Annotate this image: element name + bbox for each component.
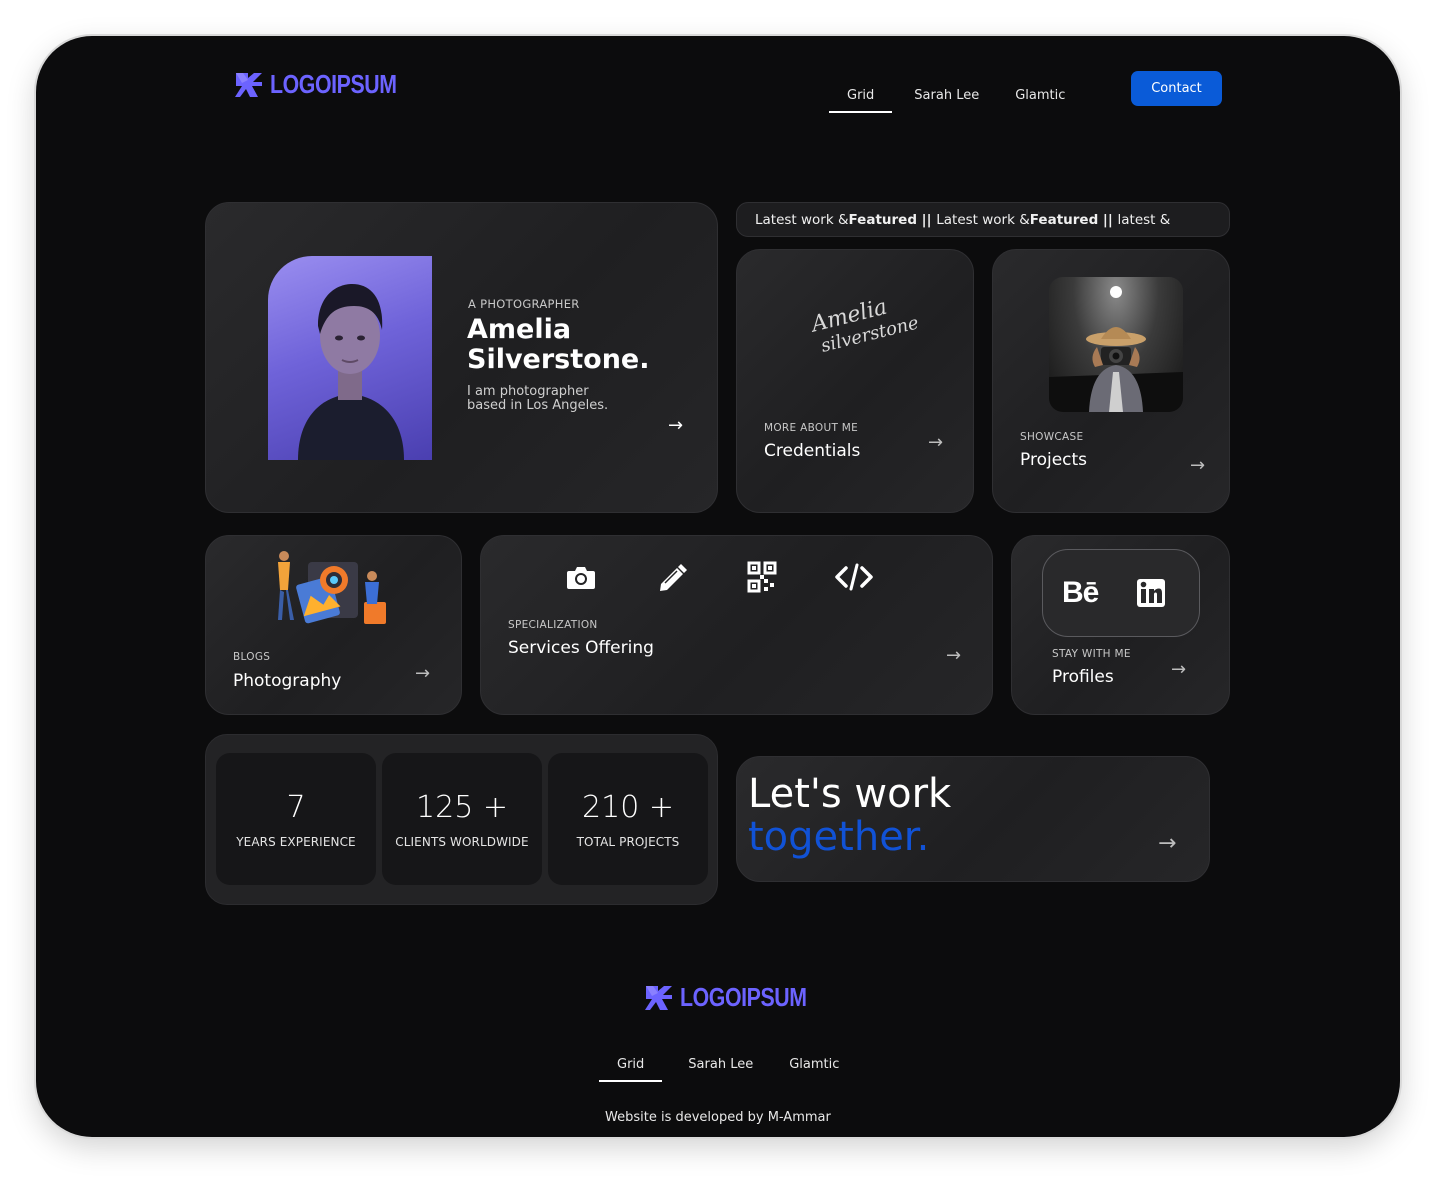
- logo-text: LOGOIPSUM: [680, 982, 807, 1012]
- nav-item-sarah-lee[interactable]: Sarah Lee: [914, 82, 979, 113]
- footer-nav-item-grid[interactable]: Grid: [598, 1051, 663, 1082]
- stats-card: 7 YEARS EXPERIENCE 125 + CLIENTS WORLDWI…: [205, 734, 718, 905]
- logo-mark-icon: [235, 72, 262, 97]
- linkedin-icon[interactable]: [1136, 578, 1166, 608]
- footer-nav-item-sarah-lee[interactable]: Sarah Lee: [688, 1051, 753, 1082]
- profiles-arrow-icon[interactable]: →: [1171, 659, 1186, 680]
- cta-heading: Let's work together.: [748, 773, 951, 859]
- credentials-eyebrow: MORE ABOUT ME: [764, 422, 859, 434]
- profile-name-line2: Silverstone.: [467, 344, 650, 375]
- signature-image: Amelia silverstone: [809, 288, 921, 358]
- profile-name-line1: Amelia: [467, 314, 572, 345]
- profile-bio: I am photographer based in Los Angeles.: [467, 385, 608, 413]
- ticker-segment-bold: Featured: [848, 211, 917, 228]
- ticker-segment: Latest work &: [755, 211, 849, 228]
- ticker-segment-bold: Featured: [1029, 211, 1099, 228]
- nav-item-grid[interactable]: Grid: [828, 82, 893, 113]
- footer-credit: Website is developed by M-Ammar: [605, 1110, 831, 1125]
- services-card[interactable]: SPECIALIZATION Services Offering →: [480, 535, 993, 715]
- footer-logo[interactable]: LOGOIPSUM: [644, 982, 834, 1013]
- stat-value: 125 +: [416, 789, 508, 825]
- behance-icon[interactable]: Bē: [1062, 576, 1099, 610]
- cta-card[interactable]: Let's work together. →: [736, 756, 1210, 882]
- projects-title: Projects: [1020, 450, 1088, 470]
- ticker-segment: Latest work &: [936, 211, 1030, 228]
- nav-item-glamtic[interactable]: Glamtic: [1015, 82, 1065, 113]
- blogs-arrow-icon[interactable]: →: [415, 663, 430, 684]
- ticker-segment: latest &: [1117, 211, 1171, 228]
- stat-label: CLIENTS WORLDWIDE: [395, 834, 529, 849]
- photography-illustration: [272, 550, 396, 630]
- stat-value: 7: [286, 789, 306, 825]
- footer-nav-item-glamtic[interactable]: Glamtic: [789, 1051, 839, 1082]
- camera-icon: [567, 567, 595, 589]
- blogs-title: Photography: [233, 671, 342, 691]
- profile-bio-line2: based in Los Angeles.: [467, 398, 609, 413]
- profile-card: A PHOTOGRAPHER Amelia Silverstone. I am …: [205, 202, 718, 513]
- cta-line1: Let's work: [748, 771, 952, 817]
- profile-eyebrow: A PHOTOGRAPHER: [468, 297, 580, 311]
- profile-name: Amelia Silverstone.: [467, 315, 650, 375]
- services-arrow-icon[interactable]: →: [946, 645, 961, 666]
- featured-ticker: Latest work & Featured || Latest work & …: [736, 202, 1230, 237]
- ticker-separator: ||: [1098, 211, 1118, 228]
- code-icon: [835, 563, 873, 591]
- profiles-title: Profiles: [1052, 667, 1114, 687]
- projects-photo: [1049, 277, 1183, 412]
- profile-bio-line1: I am photographer: [467, 384, 589, 399]
- blogs-eyebrow: BLOGS: [233, 651, 271, 663]
- pencil-icon: [660, 564, 687, 591]
- credentials-card[interactable]: Amelia silverstone MORE ABOUT ME Credent…: [736, 249, 974, 513]
- footer-nav: Grid Sarah Lee Glamtic: [598, 1051, 839, 1082]
- stat-value: 210 +: [582, 789, 674, 825]
- header-nav: Grid Sarah Lee Glamtic: [828, 82, 1065, 113]
- credentials-title: Credentials: [764, 441, 861, 461]
- qr-code-icon: [747, 561, 777, 593]
- ticker-separator: ||: [916, 211, 937, 228]
- profiles-eyebrow: STAY WITH ME: [1052, 648, 1131, 660]
- blogs-card[interactable]: BLOGS Photography →: [205, 535, 462, 715]
- profile-arrow-icon[interactable]: →: [668, 415, 683, 436]
- stat-label: YEARS EXPERIENCE: [236, 834, 356, 849]
- stat-label: TOTAL PROJECTS: [576, 834, 680, 849]
- projects-arrow-icon[interactable]: →: [1190, 455, 1205, 476]
- contact-button[interactable]: Contact: [1131, 71, 1222, 106]
- projects-eyebrow: SHOWCASE: [1020, 431, 1084, 443]
- services-title: Services Offering: [508, 638, 654, 658]
- profiles-card: Bē STAY WITH ME Profiles →: [1011, 535, 1230, 715]
- credentials-arrow-icon[interactable]: →: [928, 432, 943, 453]
- cta-line2: together.: [748, 814, 930, 860]
- social-links: Bē: [1042, 549, 1200, 637]
- logo-mark-icon: [645, 985, 672, 1010]
- header-logo[interactable]: LOGOIPSUM: [234, 69, 424, 100]
- stat-projects: 210 + TOTAL PROJECTS: [548, 753, 708, 885]
- app-frame: LOGOIPSUM Grid Sarah Lee Glamtic Contact…: [36, 36, 1400, 1137]
- projects-card[interactable]: SHOWCASE Projects →: [992, 249, 1230, 513]
- logo-text: LOGOIPSUM: [270, 69, 397, 99]
- cta-arrow-icon[interactable]: →: [1158, 831, 1176, 856]
- stat-clients: 125 + CLIENTS WORLDWIDE: [382, 753, 542, 885]
- stat-years: 7 YEARS EXPERIENCE: [216, 753, 376, 885]
- services-eyebrow: SPECIALIZATION: [508, 619, 598, 631]
- profile-photo: [268, 256, 432, 460]
